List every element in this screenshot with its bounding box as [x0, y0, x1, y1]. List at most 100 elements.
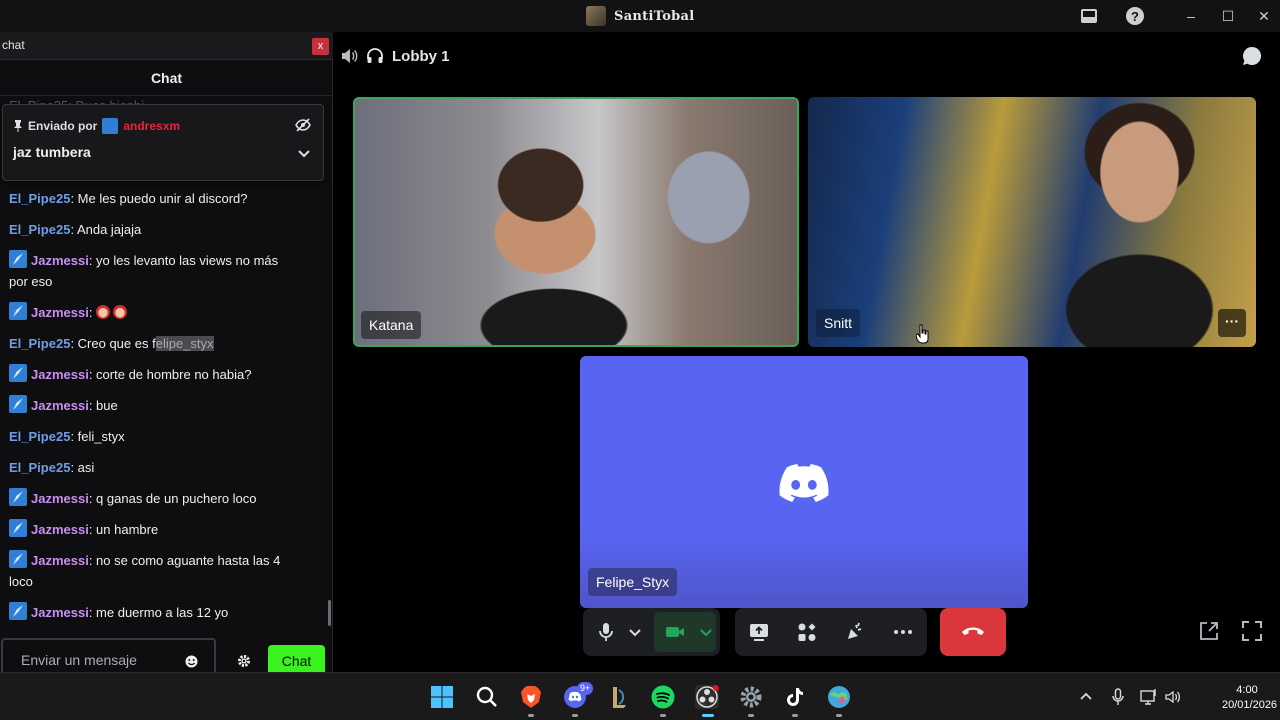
chat-message: Jazmessi: no se como aguante hasta las 4…: [0, 550, 328, 592]
brave-icon[interactable]: [519, 685, 543, 709]
title-bar: SantiTobal ? – ☐ ✕: [0, 0, 1280, 32]
pinned-sender[interactable]: andresxm: [123, 119, 180, 133]
chat-message-input[interactable]: [21, 652, 171, 668]
app-active-indicator: [702, 714, 714, 717]
chat-message: El_Pipe25: Anda jajaja: [0, 219, 328, 240]
svg-text:?: ?: [1131, 9, 1139, 24]
system-clock[interactable]: 4:00 20/01/2026: [1222, 683, 1278, 713]
network-icon[interactable]: [1140, 688, 1158, 706]
chat-username[interactable]: El_Pipe25: [9, 222, 70, 237]
clock-date: 20/01/2026: [1222, 699, 1278, 711]
participant-name: Felipe_Styx: [588, 568, 678, 596]
browser-icon[interactable]: [827, 685, 851, 709]
chat-bubble-icon[interactable]: [1241, 45, 1263, 67]
desktop: SantiTobal ? – ☐ ✕ chat x Chat El_Pipe25…: [0, 0, 1280, 720]
chat-username[interactable]: El_Pipe25: [9, 336, 70, 351]
chevron-down-icon[interactable]: [298, 150, 310, 158]
activities-icon[interactable]: [796, 621, 818, 643]
pin-icon: [14, 120, 22, 132]
app-running-indicator: [748, 714, 754, 717]
chat-message: El_Pipe25: asi: [0, 457, 328, 478]
chat-username[interactable]: Jazmessi: [31, 398, 89, 413]
windows-start-icon[interactable]: [430, 685, 454, 709]
microphone-icon[interactable]: [595, 621, 617, 643]
help-icon[interactable]: ?: [1125, 6, 1145, 26]
chat-username[interactable]: Jazmessi: [31, 367, 89, 382]
pop-out-icon[interactable]: [1198, 620, 1220, 642]
more-options-icon[interactable]: [892, 621, 914, 643]
emoji-icon[interactable]: [185, 655, 198, 668]
inbox-icon[interactable]: [1079, 6, 1099, 26]
chat-message-text: : un hambre: [88, 522, 159, 537]
chat-message-text: : q ganas de un puchero loco: [88, 491, 257, 506]
chat-window-label: chat: [2, 38, 25, 52]
soundboard-icon[interactable]: [844, 621, 866, 643]
user-badge-icon: [9, 488, 27, 506]
chat-username[interactable]: El_Pipe25: [9, 429, 70, 444]
app-logo-icon: [586, 6, 606, 26]
mic-options-chevron-icon[interactable]: [628, 621, 642, 643]
participant-name: Katana: [361, 311, 422, 339]
chat-message-text: : feli_styx: [70, 429, 125, 444]
headphones-icon[interactable]: [366, 47, 384, 65]
chat-settings-gear-icon[interactable]: [237, 654, 251, 668]
video-camera-icon[interactable]: [664, 621, 686, 643]
user-badge-icon: [102, 118, 119, 134]
chat-username[interactable]: El_Pipe25: [9, 191, 70, 206]
voice-channel-bar: Lobby 1: [340, 44, 450, 68]
league-icon[interactable]: [607, 685, 631, 709]
camera-options-chevron-icon[interactable]: [699, 621, 713, 643]
obs-icon[interactable]: [695, 685, 719, 709]
chat-username[interactable]: Jazmessi: [31, 553, 89, 568]
spotify-icon[interactable]: [651, 685, 675, 709]
mic-camera-controls: [583, 608, 720, 656]
chat-message: Jazmessi: me duermo a las 12 yo: [0, 602, 328, 623]
pinned-message[interactable]: Enviado por andresxm jaz tumbera: [2, 104, 324, 181]
screen-share-icon[interactable]: [748, 621, 770, 643]
chat-scrollbar[interactable]: [328, 600, 331, 626]
participant-name: Snitt: [816, 309, 861, 337]
close-icon[interactable]: ✕: [1256, 8, 1272, 24]
tiktok-icon[interactable]: [783, 685, 807, 709]
mouse-cursor-icon: [916, 324, 929, 344]
search-icon[interactable]: [475, 685, 499, 709]
chat-message-text: : me duermo a las 12 yo: [88, 605, 229, 620]
chat-username[interactable]: Jazmessi: [31, 491, 89, 506]
fullscreen-icon[interactable]: [1241, 620, 1263, 642]
video-tile-snitt[interactable]: Snitt ···: [808, 97, 1256, 347]
disconnect-button[interactable]: [940, 608, 1006, 656]
chat-username[interactable]: Jazmessi: [31, 522, 89, 537]
chat-username[interactable]: Jazmessi: [31, 305, 89, 320]
volume-icon[interactable]: [1164, 688, 1182, 706]
app-running-indicator: [528, 714, 534, 717]
app-running-indicator: [792, 714, 798, 717]
chat-close-button[interactable]: x: [312, 38, 329, 55]
app-title-text: SantiTobal: [614, 8, 695, 24]
discord-avatar-icon: [779, 464, 829, 502]
chat-message: Jazmessi: bue: [0, 395, 328, 416]
taskbar: 9+ 4:00 20/01/2026: [0, 672, 1280, 720]
chevron-up-icon[interactable]: [1077, 688, 1095, 706]
video-tile-katana[interactable]: Katana: [353, 97, 799, 347]
speaker-icon[interactable]: [340, 47, 358, 65]
chat-message-text: : Creo que es f: [70, 336, 156, 351]
app-running-indicator: [660, 714, 666, 717]
maximize-icon[interactable]: ☐: [1220, 8, 1236, 24]
minimize-icon[interactable]: –: [1183, 8, 1199, 24]
tile-more-options-button[interactable]: ···: [1218, 309, 1246, 337]
activity-controls: [735, 608, 927, 656]
microphone-tray-icon[interactable]: [1109, 688, 1127, 706]
pinned-sent-by: Enviado por: [28, 119, 98, 133]
chat-message-text: : Anda jajaja: [70, 222, 142, 237]
chat-username[interactable]: Jazmessi: [31, 605, 89, 620]
chat-username[interactable]: Jazmessi: [31, 253, 89, 268]
chat-message: Jazmessi: un hambre: [0, 519, 328, 540]
user-badge-icon: [9, 550, 27, 568]
chat-message: El_Pipe25: feli_styx: [0, 426, 328, 447]
chat-username[interactable]: El_Pipe25: [9, 460, 70, 475]
settings-icon[interactable]: [739, 685, 763, 709]
clock-time: 4:00: [1236, 684, 1258, 696]
video-tile-felipe-styx[interactable]: Felipe_Styx: [580, 356, 1028, 608]
hide-eye-icon[interactable]: [295, 118, 311, 132]
chat-message-text: : corte de hombre no habia?: [88, 367, 252, 382]
